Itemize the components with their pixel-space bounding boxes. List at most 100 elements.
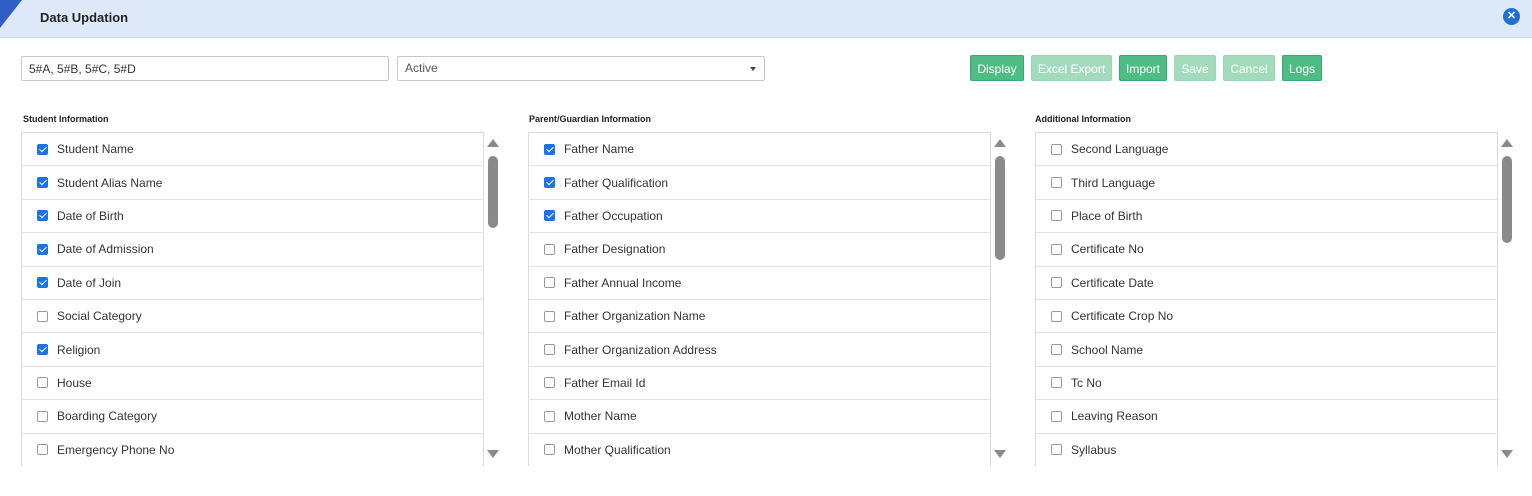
status-select[interactable]: Active xyxy=(397,56,765,81)
list-item-label: Father Occupation xyxy=(564,208,663,223)
list-item[interactable]: Mother Qualification xyxy=(529,434,990,466)
scroll-thumb[interactable] xyxy=(488,156,498,228)
checkbox-unchecked[interactable] xyxy=(544,344,555,356)
checkbox-checked[interactable] xyxy=(37,243,48,255)
list-item[interactable]: Date of Admission xyxy=(22,233,483,267)
list-item[interactable]: Father Name xyxy=(529,133,990,167)
checkbox-unchecked[interactable] xyxy=(1051,277,1062,289)
checkbox-unchecked[interactable] xyxy=(1051,143,1062,155)
list-item[interactable]: Certificate Date xyxy=(1036,267,1497,300)
list-item-label: Mother Name xyxy=(564,409,637,424)
list-item[interactable]: Date of Join xyxy=(22,267,483,300)
checkbox-unchecked[interactable] xyxy=(544,243,555,255)
scroll-down-icon[interactable] xyxy=(1501,450,1513,458)
scroll-thumb[interactable] xyxy=(995,156,1005,260)
list-item[interactable]: Father Qualification xyxy=(529,166,990,200)
checkbox-unchecked[interactable] xyxy=(37,310,48,322)
list-item[interactable]: Emergency Phone No xyxy=(22,434,483,466)
list-item[interactable]: Father Email Id xyxy=(529,367,990,401)
list-item[interactable]: School Name xyxy=(1036,333,1497,367)
list-item[interactable]: Certificate Crop No xyxy=(1036,300,1497,334)
list-item-label: Social Category xyxy=(57,309,142,324)
scroll-up-icon[interactable] xyxy=(994,139,1006,147)
list-item-label: Student Name xyxy=(57,142,134,157)
list-item[interactable]: Social Category xyxy=(22,300,483,334)
checkbox-checked[interactable] xyxy=(37,177,48,189)
checkbox-checked[interactable] xyxy=(544,143,555,155)
sections-input[interactable] xyxy=(21,56,389,81)
checkbox-unchecked[interactable] xyxy=(1051,410,1062,422)
list-item-label: Certificate Date xyxy=(1071,275,1154,290)
checkbox-checked[interactable] xyxy=(37,143,48,155)
list-item[interactable]: Place of Birth xyxy=(1036,200,1497,234)
close-icon[interactable]: ✕ xyxy=(1503,8,1520,25)
scroll-up-icon[interactable] xyxy=(487,139,499,147)
list-item[interactable]: Certificate No xyxy=(1036,233,1497,267)
parent-info-title: Parent/Guardian Information xyxy=(529,114,652,124)
checkbox-unchecked[interactable] xyxy=(37,444,48,456)
list-item-label: Date of Join xyxy=(57,275,122,290)
list-item[interactable]: Father Organization Address xyxy=(529,333,990,367)
checkbox-checked[interactable] xyxy=(37,210,48,222)
import-button[interactable]: Import xyxy=(1119,55,1167,81)
scroll-down-icon[interactable] xyxy=(994,450,1006,458)
list-item[interactable]: Religion xyxy=(22,333,483,367)
checkbox-unchecked[interactable] xyxy=(1051,310,1062,322)
checkbox-checked[interactable] xyxy=(544,210,555,222)
list-item-label: Father Email Id xyxy=(564,375,646,390)
checkbox-unchecked[interactable] xyxy=(1051,444,1062,456)
list-item[interactable]: Third Language xyxy=(1036,166,1497,200)
checkbox-unchecked[interactable] xyxy=(37,410,48,422)
cancel-button[interactable]: Cancel xyxy=(1223,55,1275,81)
list-item[interactable]: Father Designation xyxy=(529,233,990,267)
checkbox-unchecked[interactable] xyxy=(37,377,48,389)
list-item[interactable]: Syllabus xyxy=(1036,434,1497,466)
list-item[interactable]: Student Name xyxy=(22,133,483,167)
list-item-label: Father Annual Income xyxy=(564,275,682,290)
list-item-label: Father Name xyxy=(564,142,635,157)
parent-info-scrollbar[interactable] xyxy=(992,134,1008,464)
checkbox-unchecked[interactable] xyxy=(544,277,555,289)
checkbox-checked[interactable] xyxy=(37,277,48,289)
checkbox-checked[interactable] xyxy=(37,344,48,356)
list-item[interactable]: Leaving Reason xyxy=(1036,400,1497,434)
header-corner-accent xyxy=(0,0,22,28)
list-item[interactable]: Father Annual Income xyxy=(529,267,990,300)
list-item[interactable]: House xyxy=(22,367,483,401)
checkbox-unchecked[interactable] xyxy=(1051,243,1062,255)
checkbox-unchecked[interactable] xyxy=(1051,210,1062,222)
checkbox-unchecked[interactable] xyxy=(1051,377,1062,389)
list-item[interactable]: Second Language xyxy=(1036,133,1497,167)
list-item[interactable]: Date of Birth xyxy=(22,200,483,234)
checkbox-unchecked[interactable] xyxy=(1051,177,1062,189)
save-button[interactable]: Save xyxy=(1174,55,1216,81)
list-item-label: Certificate No xyxy=(1071,242,1144,257)
list-item-label: Third Language xyxy=(1071,175,1156,190)
list-item[interactable]: Father Organization Name xyxy=(529,300,990,334)
checkbox-checked[interactable] xyxy=(544,177,555,189)
checkbox-unchecked[interactable] xyxy=(1051,344,1062,356)
checkbox-unchecked[interactable] xyxy=(544,410,555,422)
display-button[interactable]: Display xyxy=(970,55,1024,81)
checkbox-unchecked[interactable] xyxy=(544,377,555,389)
excel-export-button[interactable]: Excel Export xyxy=(1031,55,1112,81)
list-item[interactable]: Mother Name xyxy=(529,400,990,434)
scroll-down-icon[interactable] xyxy=(487,450,499,458)
list-item-label: Mother Qualification xyxy=(564,442,671,457)
scroll-thumb[interactable] xyxy=(1502,156,1512,243)
list-item-label: Father Organization Name xyxy=(564,309,706,324)
list-item-label: Student Alias Name xyxy=(57,175,163,190)
scroll-up-icon[interactable] xyxy=(1501,139,1513,147)
student-info-scrollbar[interactable] xyxy=(485,134,501,464)
list-item[interactable]: Tc No xyxy=(1036,367,1497,401)
list-item-label: Boarding Category xyxy=(57,409,158,424)
list-item[interactable]: Boarding Category xyxy=(22,400,483,434)
checkbox-unchecked[interactable] xyxy=(544,310,555,322)
list-item-label: Date of Birth xyxy=(57,208,124,223)
logs-button[interactable]: Logs xyxy=(1282,55,1322,81)
checkbox-unchecked[interactable] xyxy=(544,444,555,456)
list-item[interactable]: Student Alias Name xyxy=(22,166,483,200)
list-item[interactable]: Father Occupation xyxy=(529,200,990,234)
additional-info-scrollbar[interactable] xyxy=(1499,134,1515,464)
list-item-label: Leaving Reason xyxy=(1071,409,1158,424)
